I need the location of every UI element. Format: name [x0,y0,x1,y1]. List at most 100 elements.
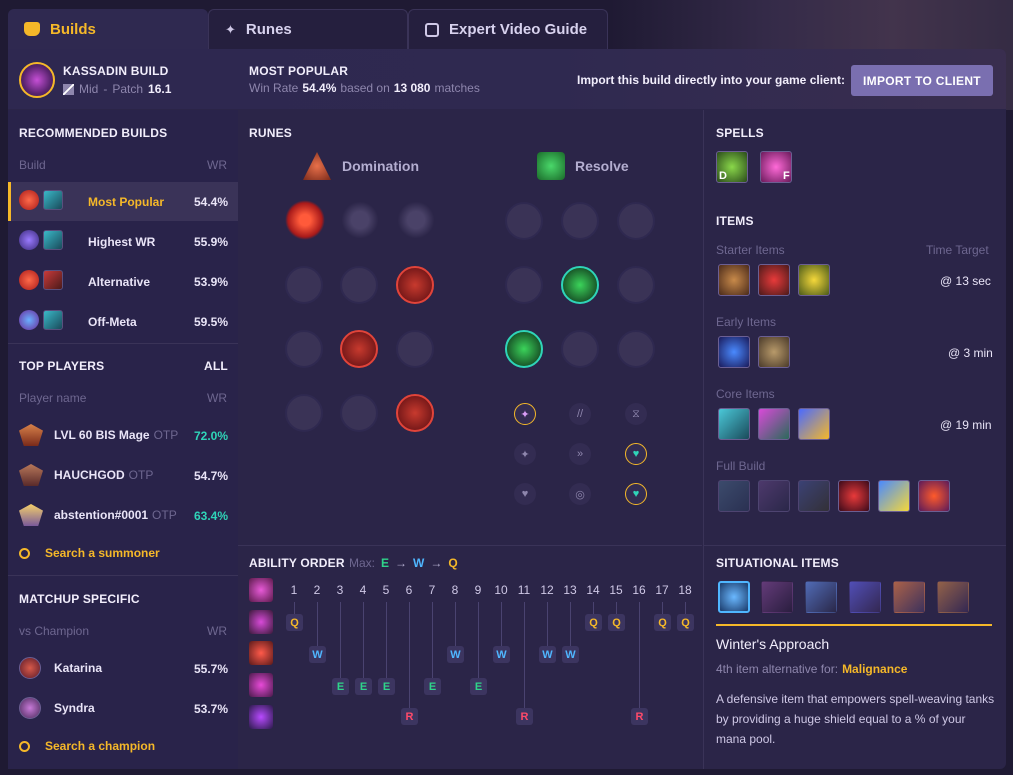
situational-item-4-icon[interactable] [849,581,881,613]
hail-of-blades-rune-icon[interactable] [396,200,436,240]
level-number: 18 [678,583,692,597]
move-speed-shard-icon[interactable]: » [569,443,591,465]
top-players-all-link[interactable]: ALL [204,359,228,373]
boots-icon[interactable] [758,336,790,368]
full-build-label: Full Build [716,459,766,473]
grid-line [340,602,341,678]
dorans-ring-icon[interactable] [718,264,750,296]
demolish-rune-icon[interactable] [505,266,543,304]
health-shard-icon[interactable]: ♥ [514,483,536,505]
sixth-sense-rune-icon[interactable] [285,330,323,368]
electrocute-rune-icon[interactable] [285,200,325,240]
full-item-6-icon[interactable] [918,480,950,512]
q-ability-icon [249,610,273,634]
flash-spell-icon[interactable]: F [760,151,792,183]
search-summoner-link[interactable]: Search a summoner [19,546,160,560]
passive-icon [249,578,273,602]
dark-harvest-rune-icon[interactable] [340,200,380,240]
second-wind-rune-icon[interactable] [561,266,599,304]
grisly-mementos-rune-icon[interactable] [340,330,378,368]
overgrowth-rune-icon[interactable] [617,330,655,368]
skill-badge-q: Q [286,614,303,631]
max-first: E [381,556,390,570]
tab-expert-video-guide[interactable]: Expert Video Guide [408,9,608,49]
full-item-4-icon[interactable] [838,480,870,512]
situational-item-5-icon[interactable] [893,581,925,613]
divider [8,575,238,576]
health-potion-icon[interactable] [758,264,790,296]
adaptive-shard-icon[interactable]: ✦ [514,403,536,425]
winters-approach-icon[interactable] [718,581,750,613]
ability-haste-shard-icon[interactable]: ⧖ [625,403,647,425]
full-item-2-icon[interactable] [758,480,790,512]
col-vs-champion: vs Champion [19,624,90,638]
core-item-2-icon[interactable] [758,408,790,440]
ultimate-hunter-rune-icon[interactable] [396,394,434,432]
situational-item-6-icon[interactable] [937,581,969,613]
spell-key: F [783,170,790,182]
treasure-hunter-rune-icon[interactable] [285,394,323,432]
situational-item-3-icon[interactable] [805,581,837,613]
video-icon [425,22,439,37]
divider [238,545,702,546]
items-title: ITEMS [716,214,754,228]
domination-icon [303,152,331,180]
taste-of-blood-rune-icon[interactable] [340,266,378,304]
core-item-3-icon[interactable] [798,408,830,440]
skill-badge-q: Q [654,614,671,631]
bone-plating-rune-icon[interactable] [561,330,599,368]
runes-icon: ✦ [225,21,236,37]
grid-line [478,602,479,678]
core-items-label: Core Items [716,387,775,401]
core-item-1-icon[interactable] [718,408,750,440]
adaptive-shard-icon[interactable]: ✦ [514,443,536,465]
aftershock-rune-icon[interactable] [561,202,599,240]
grasp-rune-icon[interactable] [505,202,543,240]
col-wr: WR [207,624,227,638]
matches-value: 13 080 [393,81,431,95]
tab-builds[interactable]: Builds [8,9,208,49]
attack-speed-shard-icon[interactable]: // [569,403,591,425]
cheap-shot-rune-icon[interactable] [285,266,323,304]
situational-item-2-icon[interactable] [761,581,793,613]
dark-seal-icon[interactable] [718,336,750,368]
tenacity-shard-icon[interactable]: ◎ [569,483,591,505]
otp-tag: OTP [153,428,179,442]
divider [8,343,238,344]
max-second: W [413,556,425,570]
tab-runes[interactable]: ✦ Runes [208,9,408,49]
teleport-spell-icon[interactable]: D [716,151,748,183]
health-scaling-shard-icon[interactable]: ♥ [625,443,647,465]
col-player-name: Player name [19,391,87,405]
runes-title: RUNES [249,126,293,140]
full-item-5-icon[interactable] [878,480,910,512]
health-scaling-shard-icon[interactable]: ♥ [625,483,647,505]
conditioning-rune-icon[interactable] [505,330,543,368]
col-wr: WR [207,391,227,405]
deep-ward-rune-icon[interactable] [396,330,434,368]
search-champion-link[interactable]: Search a champion [19,739,155,753]
full-item-1-icon[interactable] [718,480,750,512]
matches-suffix: matches [434,81,480,95]
shield-bash-rune-icon[interactable] [617,266,655,304]
ability-order-title: ABILITY ORDER [249,556,345,570]
recommended-builds-title: RECOMMENDED BUILDS [19,126,168,140]
ward-trinket-icon[interactable] [798,264,830,296]
search-summoner-label: Search a summoner [45,546,160,560]
sudden-impact-rune-icon[interactable] [396,266,434,304]
relentless-hunter-rune-icon[interactable] [340,394,378,432]
import-to-client-button[interactable]: IMPORT TO CLIENT [851,65,993,96]
full-item-3-icon[interactable] [798,480,830,512]
matchup-title: MATCHUP SPECIFIC [19,592,140,606]
search-champion-label: Search a champion [45,739,156,753]
build-icons [19,190,63,210]
skill-badge-w: W [562,646,579,663]
col-build: Build [19,158,46,172]
skill-badge-e: E [470,678,487,695]
build-name: Off-Meta [88,315,137,329]
role-patch: Mid - Patch 16.1 [63,82,171,96]
level-number: 4 [359,583,367,597]
early-items-label: Early Items [716,315,777,329]
winrate-prefix: Win Rate [249,81,299,95]
guardian-rune-icon[interactable] [617,202,655,240]
